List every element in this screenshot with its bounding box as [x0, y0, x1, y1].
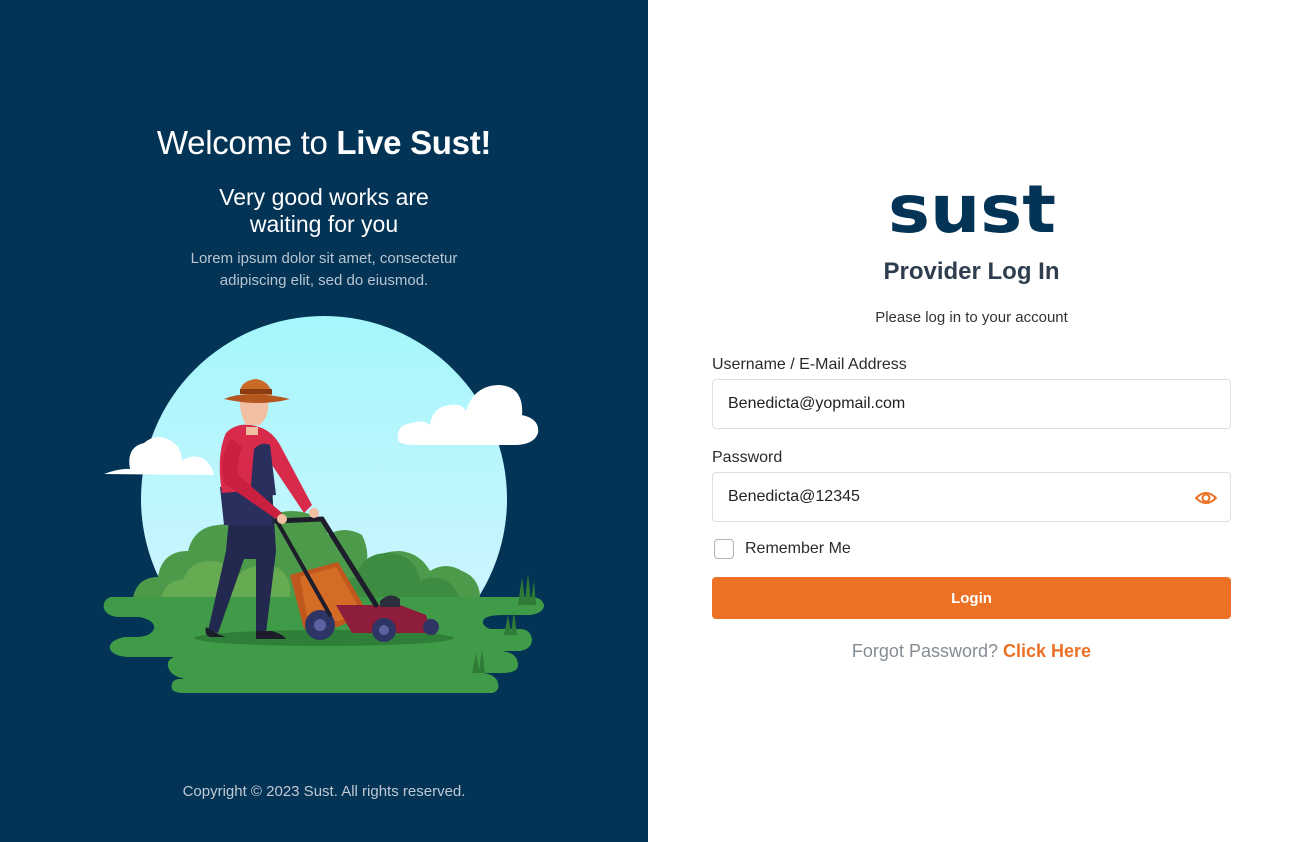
sust-logo-text: sust [888, 180, 1056, 238]
welcome-subtitle-line-1: Very good works are [219, 184, 429, 210]
welcome-brand: Live Sust! [336, 124, 492, 161]
username-field-box [712, 379, 1231, 429]
forgot-password-link[interactable]: Click Here [1003, 641, 1091, 661]
welcome-panel: Welcome to Live Sust! Very good works ar… [0, 0, 648, 842]
welcome-subtitle-line-2: waiting for you [249, 211, 399, 237]
login-panel: sust Provider Log In Please log in to yo… [648, 0, 1295, 842]
welcome-subtitle: Very good works are waiting for you [0, 184, 648, 238]
welcome-description: Lorem ipsum dolor sit amet, consectetur … [0, 248, 648, 292]
eye-icon[interactable] [1194, 486, 1218, 510]
login-button[interactable]: Login [712, 577, 1231, 619]
username-input[interactable] [713, 380, 1230, 428]
page-title: Provider Log In [883, 258, 1060, 285]
welcome-description-line-2: adipiscing elit, sed do eiusmod. [219, 272, 429, 289]
welcome-title: Welcome to Live Sust! [0, 124, 648, 162]
page-subtitle: Please log in to your account [875, 309, 1068, 326]
sust-logo: sust [888, 180, 1056, 238]
remember-me-row[interactable]: Remember Me [714, 539, 851, 559]
password-input[interactable] [713, 473, 1230, 521]
welcome-description-line-1: Lorem ipsum dolor sit amet, consectetur [190, 250, 458, 267]
copyright-text: Copyright © 2023 Sust. All rights reserv… [182, 783, 466, 800]
welcome-prefix: Welcome to [156, 124, 337, 161]
remember-me-checkbox[interactable] [714, 539, 734, 559]
man-mowing-lawn-illustration [103, 316, 544, 693]
forgot-password-text: Forgot Password? [851, 641, 1003, 661]
password-label: Password [712, 449, 783, 466]
password-field-box [712, 472, 1231, 522]
username-label: Username / E-Mail Address [712, 356, 907, 373]
forgot-password-row: Forgot Password? Click Here [648, 641, 1295, 662]
remember-me-label[interactable]: Remember Me [745, 540, 851, 558]
